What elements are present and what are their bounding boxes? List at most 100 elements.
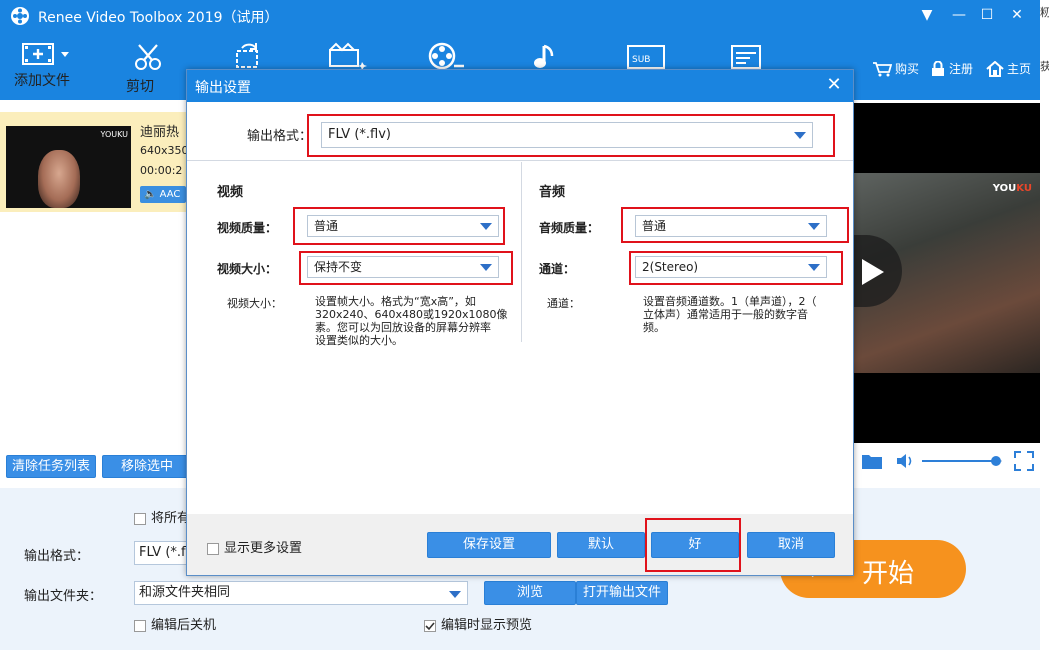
clear-task-list-button[interactable]: 清除任务列表 <box>6 455 96 478</box>
dialog-column-divider <box>521 162 522 342</box>
output-folder-value: 和源文件夹相同 <box>139 585 231 600</box>
checkmark-icon <box>425 621 435 630</box>
apply-all-check[interactable] <box>134 512 146 525</box>
volume-icon[interactable] <box>896 452 916 470</box>
audio-channel-label: 通道： <box>539 262 576 276</box>
browse-button[interactable]: 浏览 <box>484 581 576 605</box>
dialog-separator <box>187 160 853 161</box>
highlight-ok-button <box>645 518 741 572</box>
task-duration: 00:00:2 <box>140 164 183 177</box>
watermark-icon[interactable] <box>730 44 762 70</box>
show-more-settings-label: 显示更多设置 <box>224 541 303 556</box>
start-label: 开始 <box>862 559 915 589</box>
output-folder-label: 输出文件夹： <box>24 589 103 604</box>
audio-desc-line: 立体声）通常适用于一般的数字音 <box>643 308 808 321</box>
cut-button[interactable]: 剪切 <box>126 42 170 95</box>
highlight-audio-channel <box>629 251 843 285</box>
video-desc-line: 设置帧大小。格式为“宽x高”，如 <box>315 295 476 308</box>
show-preview-check[interactable] <box>424 619 436 632</box>
apply-all-label: 将所有 <box>151 511 191 526</box>
right-edge-char-mid: 获 <box>1040 60 1049 73</box>
thumbnail-watermark: YOUKU <box>100 130 129 139</box>
save-settings-button[interactable]: 保存设置 <box>427 532 551 558</box>
app-titlebar: Renee Video Toolbox 2019（试用） ▼ — ☐ ✕ <box>0 0 1040 32</box>
cart-icon <box>873 61 892 76</box>
task-resolution: 640x350 <box>140 144 189 157</box>
audio-desc-line: 频。 <box>643 321 665 334</box>
highlight-video-quality <box>293 207 505 245</box>
home-label: 主页 <box>1007 62 1032 76</box>
fullscreen-icon[interactable] <box>1014 451 1034 471</box>
music-icon[interactable] <box>532 42 562 70</box>
remove-selected-button[interactable]: 移除选中 <box>102 455 192 478</box>
close-window-button[interactable]: ✕ <box>1006 4 1028 26</box>
show-more-settings-checkbox[interactable]: 显示更多设置 <box>207 537 302 556</box>
buy-link[interactable]: 购买 <box>872 60 919 77</box>
scissors-icon <box>135 44 161 70</box>
app-title: Renee Video Toolbox 2019（试用） <box>38 10 279 26</box>
highlight-output-format <box>307 114 835 157</box>
cancel-button[interactable]: 取消 <box>747 532 835 558</box>
add-file-button[interactable]: 添加文件 <box>14 42 74 89</box>
video-size-desc-label: 视频大小： <box>227 297 282 310</box>
film-reel-icon[interactable] <box>428 42 466 70</box>
preview-controls <box>854 446 1040 478</box>
shutdown-after-checkbox[interactable]: 编辑后关机 <box>134 614 216 633</box>
effects-icon[interactable] <box>328 42 368 70</box>
shutdown-after-check[interactable] <box>134 619 146 632</box>
video-desc-line: 素。您可以为回放设备的屏幕分辨率 <box>315 321 491 334</box>
task-file-name: 迪丽热 <box>140 125 180 140</box>
rotate-crop-icon[interactable] <box>232 42 264 70</box>
open-output-folder-button[interactable]: 打开输出文件 <box>576 581 668 605</box>
preview-watermark: YOUKU <box>993 183 1032 194</box>
dropdown-menu-icon[interactable]: ▼ <box>916 4 938 26</box>
video-preview[interactable]: YOUKU <box>854 103 1040 443</box>
audio-track-label: AAC <box>159 189 181 200</box>
highlight-video-size <box>299 251 513 285</box>
preview-watermark-suffix: KU <box>1016 183 1032 194</box>
volume-slider-fill <box>922 460 997 462</box>
preview-watermark-prefix: YOU <box>992 183 1017 194</box>
show-more-settings-check[interactable] <box>207 542 219 555</box>
video-desc-line: 320x240、640x480或1920x1080像 <box>315 308 508 321</box>
audio-track-badge[interactable]: 🔈 AAC <box>140 186 186 203</box>
shutdown-after-label: 编辑后关机 <box>151 618 217 633</box>
audio-quality-label: 音频质量： <box>539 221 600 235</box>
dialog-output-format-label: 输出格式： <box>247 129 313 144</box>
video-quality-label: 视频质量： <box>217 221 278 235</box>
default-button[interactable]: 默认 <box>557 532 645 558</box>
video-size-label: 视频大小： <box>217 262 278 276</box>
volume-slider-track[interactable] <box>922 456 1002 466</box>
dialog-titlebar: 输出设置 ✕ <box>187 70 853 102</box>
home-link[interactable]: 主页 <box>986 60 1031 77</box>
audio-channel-description: 设置音频通道数。1（单声道），2（ 立体声）通常适用于一般的数字音 频。 <box>643 295 817 334</box>
show-preview-checkbox[interactable]: 编辑时显示预览 <box>424 614 532 633</box>
subtitle-icon[interactable]: SUB <box>626 44 668 70</box>
buy-label: 购买 <box>895 62 920 76</box>
output-folder-select[interactable]: 和源文件夹相同 <box>134 581 468 605</box>
video-thumbnail: YOUKU <box>6 126 131 208</box>
audio-desc-line: 设置音频通道数。1（单声道），2（ <box>643 295 817 308</box>
app-logo-icon <box>11 7 29 25</box>
lock-icon <box>932 60 944 76</box>
dialog-close-button[interactable]: ✕ <box>823 74 845 96</box>
video-desc-line: 设置类似的大小。 <box>315 334 403 347</box>
maximize-button[interactable]: ☐ <box>976 4 998 26</box>
folder-icon[interactable] <box>861 452 883 470</box>
minimize-button[interactable]: — <box>948 4 970 26</box>
svg-text:SUB: SUB <box>632 55 650 65</box>
play-icon <box>862 259 884 285</box>
chevron-down-icon <box>449 591 461 598</box>
video-size-description: 设置帧大小。格式为“宽x高”，如 320x240、640x480或1920x10… <box>315 295 508 347</box>
audio-channel-desc-label: 通道： <box>547 297 580 310</box>
speaker-icon: 🔈 <box>144 189 157 200</box>
register-label: 注册 <box>949 62 974 76</box>
volume-slider-knob[interactable] <box>991 456 1002 466</box>
cut-label: 剪切 <box>126 79 154 95</box>
home-icon <box>986 60 1004 77</box>
output-format-select[interactable]: FLV (*.fl <box>134 541 188 565</box>
right-edge-char-top: 籾 <box>1040 6 1049 19</box>
apply-all-checkbox[interactable]: 将所有 <box>134 507 190 526</box>
register-link[interactable]: 注册 <box>930 60 973 77</box>
show-preview-label: 编辑时显示预览 <box>441 618 533 633</box>
